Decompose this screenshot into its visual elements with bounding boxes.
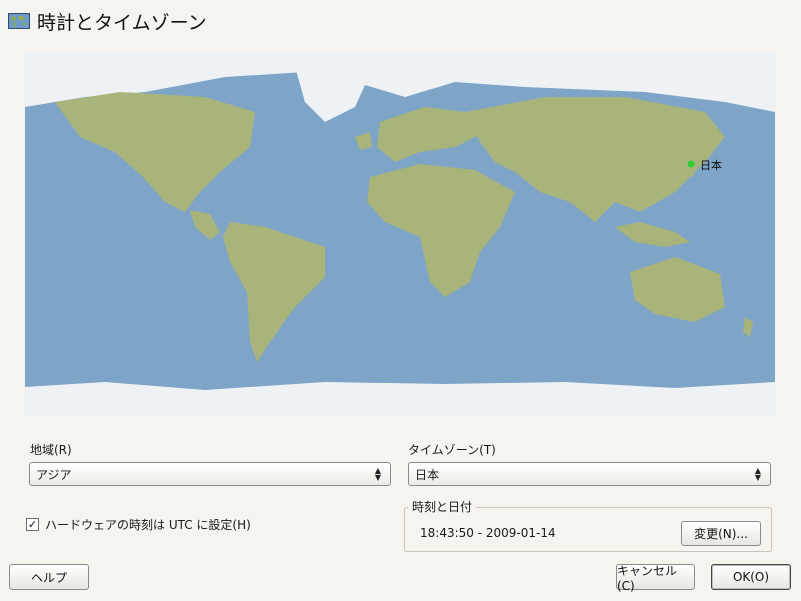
world-map-icon [8, 13, 30, 29]
change-datetime-button[interactable]: 変更(N)... [681, 521, 761, 546]
window-title-bar: 時計とタイムゾーン [8, 8, 207, 34]
selected-location-label: 日本 [700, 159, 722, 172]
timezone-select-value: 日本 [415, 467, 440, 482]
hardware-utc-option[interactable]: ✓ ハードウェアの時刻は UTC に設定(H) [26, 516, 251, 533]
ok-button[interactable]: OK(O) [711, 564, 791, 590]
cancel-button[interactable]: キャンセル(C) [616, 564, 695, 593]
checkmark-icon: ✓ [27, 518, 38, 531]
window-title: 時計とタイムゾーン [37, 11, 207, 34]
spin-arrows-icon: ▲ ▼ [374, 466, 382, 482]
datetime-group-title: 時刻と日付 [408, 498, 477, 515]
hardware-utc-label: ハードウェアの時刻は UTC に設定(H) [45, 518, 251, 532]
timezone-label: タイムゾーン(T) [408, 443, 496, 457]
help-button[interactable]: ヘルプ [9, 564, 89, 590]
world-map[interactable]: 日本 [25, 52, 775, 416]
hardware-utc-checkbox[interactable]: ✓ [26, 518, 39, 531]
world-map-graphic [25, 52, 775, 416]
current-datetime: 18:43:50 - 2009-01-14 [420, 526, 556, 540]
region-label: 地域(R) [30, 443, 72, 457]
timezone-select[interactable]: 日本 ▲ ▼ [408, 462, 771, 486]
region-select-value: アジア [36, 467, 72, 482]
spin-arrows-icon: ▲ ▼ [754, 466, 762, 482]
region-select[interactable]: アジア ▲ ▼ [29, 462, 391, 486]
